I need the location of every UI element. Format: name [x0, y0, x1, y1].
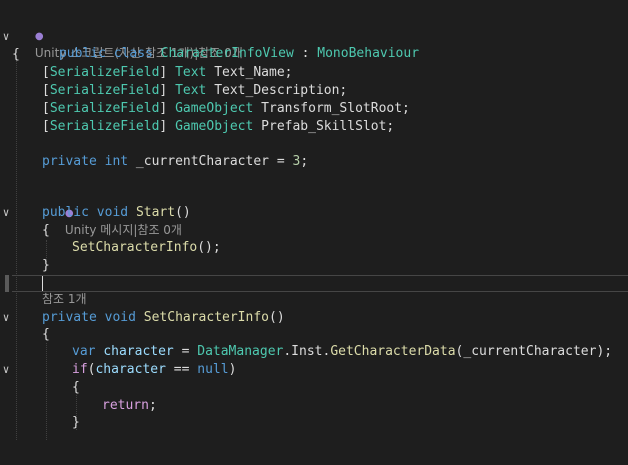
control-keyword: return — [102, 398, 149, 413]
dot: . — [283, 344, 292, 359]
method-call: GetCharacterData — [330, 344, 456, 359]
brace: { — [72, 380, 80, 395]
local-variable: character — [103, 344, 174, 359]
codelens-class[interactable]: ● Unity 스크립트(자산 참조 1개)|참조 0개 — [0, 10, 628, 60]
fold-collapse-icon[interactable]: ∨ — [0, 361, 12, 378]
code-line[interactable]: { — [0, 326, 628, 343]
code-line-if[interactable]: ∨ if(character == null) — [0, 361, 628, 378]
code-line-field[interactable]: [SerializeField] Text Text_Description; — [0, 82, 628, 99]
code-line-field[interactable]: [SerializeField] Text Text_Name; — [0, 64, 628, 81]
field-name: _currentCharacter = — [128, 154, 293, 169]
keyword: public — [42, 205, 89, 220]
keyword: void — [104, 310, 136, 325]
code-line-setinfo-decl[interactable]: ∨ private void SetCharacterInfo() — [0, 309, 628, 326]
keyword: var — [72, 344, 96, 359]
codelens-setinfo[interactable]: 참조 1개 — [0, 291, 628, 308]
code-line[interactable]: { — [0, 222, 628, 239]
keyword: void — [96, 205, 129, 220]
field-type: Text — [175, 83, 207, 98]
fold-collapse-icon[interactable]: ∨ — [0, 28, 12, 45]
text-caret — [42, 276, 43, 291]
argument: _currentCharacter — [463, 344, 597, 359]
close-paren: ); — [596, 344, 613, 359]
code-line-call[interactable]: SetCharacterInfo(); — [0, 239, 628, 256]
brace: { — [42, 327, 50, 342]
parens: () — [269, 310, 285, 325]
parens: () — [175, 205, 191, 220]
brace: } — [72, 415, 80, 430]
code-line[interactable]: } — [0, 414, 628, 431]
keyword: null — [197, 362, 229, 377]
attribute: SerializeField — [49, 119, 160, 134]
field-type: GameObject — [175, 101, 254, 116]
code-line-start-decl[interactable]: ∨ public void Start() — [0, 204, 628, 221]
semicolon: ; — [148, 398, 157, 413]
method-name: SetCharacterInfo — [143, 310, 269, 325]
code-line[interactable]: { — [0, 379, 628, 396]
field-name: Transform_SlotRoot; — [253, 101, 410, 116]
semicolon: ; — [300, 154, 309, 169]
code-line-var[interactable]: var character = DataManager.Inst.GetChar… — [0, 343, 628, 360]
field-name: Text_Description; — [206, 83, 348, 98]
keyword: private — [42, 154, 97, 169]
field-type: GameObject — [175, 119, 254, 134]
operator: == — [165, 362, 198, 377]
code-line-field[interactable]: [SerializeField] GameObject Prefab_Skill… — [0, 118, 628, 135]
assign: = — [173, 344, 198, 359]
codelens-start[interactable]: ● Unity 메시지|참조 0개 — [0, 187, 628, 237]
call-args: (); — [197, 240, 221, 255]
brace: { — [42, 223, 50, 238]
code-line-class-decl[interactable]: ∨ public class CharacterInfoView : MonoB… — [0, 28, 628, 61]
method-name: Start — [135, 205, 176, 220]
field-name: Text_Name; — [206, 65, 293, 80]
class-ref: DataManager — [197, 344, 284, 359]
attribute: SerializeField — [49, 65, 160, 80]
control-keyword: if — [72, 362, 88, 377]
current-line-highlight — [12, 275, 628, 292]
method-call: SetCharacterInfo — [72, 240, 198, 255]
code-line-private-field[interactable]: private int _currentCharacter = 3; — [0, 153, 628, 170]
local-variable: character — [95, 362, 166, 377]
code-line-field[interactable]: [SerializeField] GameObject Transform_Sl… — [0, 100, 628, 117]
code-line-return[interactable]: return; — [0, 397, 628, 414]
code-line[interactable]: } — [0, 257, 628, 274]
attribute: SerializeField — [49, 101, 160, 116]
field-name: Prefab_SkillSlot; — [253, 119, 395, 134]
close-paren: ) — [228, 362, 237, 377]
code-editor[interactable]: ● Unity 스크립트(자산 참조 1개)|참조 0개 ∨ public cl… — [0, 0, 628, 440]
brace: { — [12, 47, 20, 62]
field-type: Text — [175, 65, 207, 80]
brace: } — [42, 258, 50, 273]
codelens-setinfo-text[interactable]: 참조 1개 — [42, 291, 87, 308]
keyword: int — [104, 154, 129, 169]
fold-collapse-icon[interactable]: ∨ — [0, 204, 12, 221]
property-ref: Inst — [291, 344, 323, 359]
fold-collapse-icon[interactable]: ∨ — [0, 309, 12, 326]
attribute: SerializeField — [49, 83, 160, 98]
code-line[interactable]: { — [0, 46, 628, 63]
keyword: private — [42, 310, 97, 325]
